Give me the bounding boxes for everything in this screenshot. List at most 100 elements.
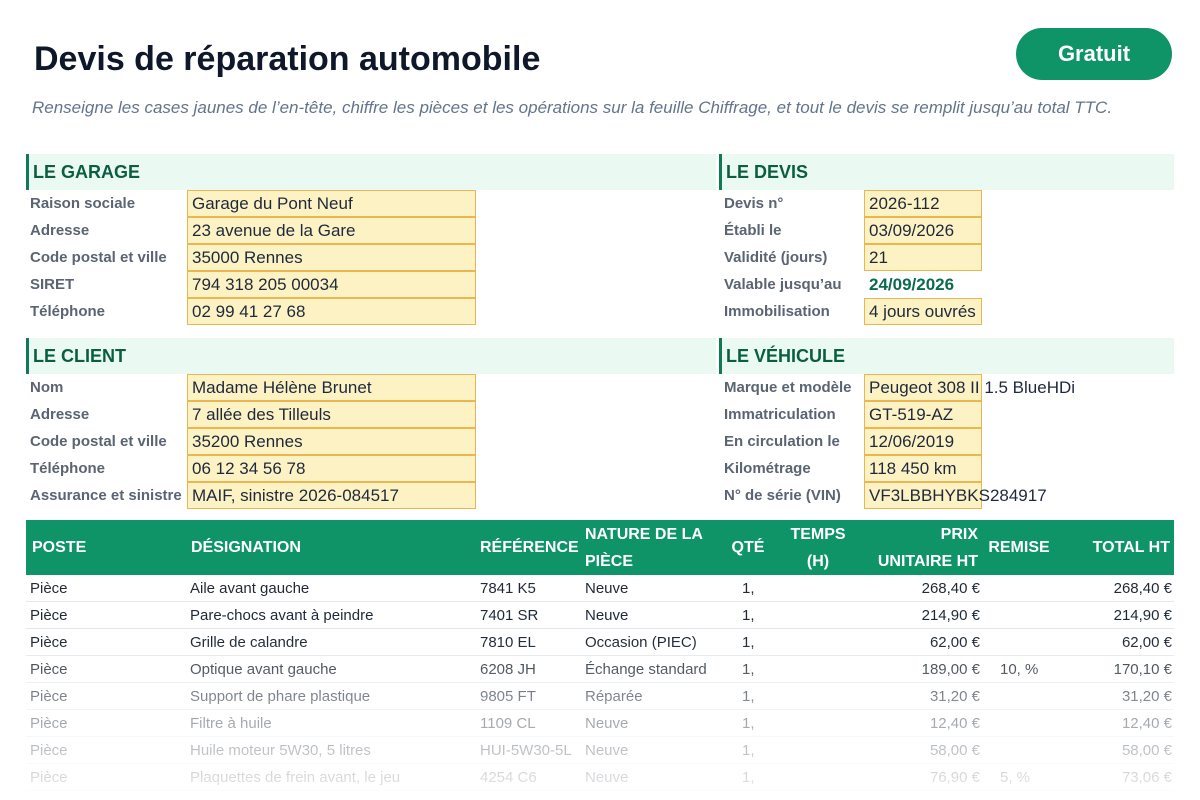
th-prix-line1: PRIX: [940, 526, 978, 543]
table-row[interactable]: Pièce Support de phare plastique 9805 FT…: [26, 683, 1174, 710]
cell-qte: 1,: [742, 580, 755, 597]
cell-designation: Optique avant gauche: [190, 661, 337, 678]
cell-qte: 1,: [742, 688, 755, 705]
garage-name-input[interactable]: Garage du Pont Neuf: [187, 190, 476, 217]
devis-immobilisation-input[interactable]: 4 jours ouvrés: [864, 298, 982, 325]
vehicule-label-mileage: Kilométrage: [724, 460, 811, 477]
devis-label-immobilisation: Immobilisation: [724, 303, 830, 320]
garage-city-input[interactable]: 35000 Rennes: [187, 244, 476, 271]
cell-reference: 1109 CL: [480, 715, 536, 732]
vehicule-circulation-input[interactable]: 12/06/2019: [864, 428, 982, 455]
section-garage-heading: LE GARAGE: [26, 154, 716, 190]
cell-total: 12,40 €: [1121, 715, 1172, 732]
vehicule-label-model: Marque et modèle: [724, 379, 852, 396]
client-label-insurance: Assurance et sinistre: [30, 487, 182, 504]
th-nature-line1: NATURE DE LA: [585, 526, 703, 543]
client-label-name: Nom: [30, 379, 64, 396]
cell-designation: Huile moteur 5W30, 5 litres: [190, 742, 371, 759]
cell-total: 73,06 €: [1121, 769, 1172, 786]
garage-label-siret: SIRET: [30, 276, 75, 293]
cell-total: 62,00 €: [1121, 634, 1172, 651]
cell-reference: 6208 JH: [480, 661, 536, 678]
garage-label-address: Adresse: [30, 222, 90, 239]
th-temps-line1: TEMPS: [790, 526, 846, 543]
vehicule-label-vin: N° de série (VIN): [724, 487, 841, 504]
table-header: POSTE DÉSIGNATION RÉFÉRENCE NATURE DE LA…: [26, 520, 1174, 575]
client-insurance-input[interactable]: MAIF, sinistre 2026-084517: [187, 482, 476, 509]
garage-phone-input[interactable]: 02 99 41 27 68: [187, 298, 476, 325]
cell-designation: Filtre à huile: [190, 715, 272, 732]
th-temps-line2: (H): [806, 553, 830, 570]
devis-valid-until-value: 24/09/2026: [869, 275, 955, 294]
client-label-phone: Téléphone: [30, 460, 106, 477]
cell-nature: Neuve: [585, 742, 629, 759]
cell-total: 31,20 €: [1121, 688, 1172, 705]
cell-prix: 214,90 €: [921, 607, 980, 624]
cell-nature: Réparée: [585, 688, 643, 705]
cell-reference: 9805 FT: [480, 688, 536, 705]
vehicule-model-input[interactable]: Peugeot 308 II 1.5 BlueHDi: [864, 374, 1075, 401]
devis-label-valid-until: Valable jusqu’au: [724, 276, 842, 293]
cell-poste: Pièce: [30, 715, 68, 732]
cell-reference: 7810 EL: [480, 634, 536, 651]
cell-prix: 58,00 €: [929, 742, 980, 759]
cell-total: 214,90 €: [1113, 607, 1172, 624]
vehicule-vin-input[interactable]: VF3LBBHYBKS284917: [864, 482, 1047, 509]
garage-label-phone: Téléphone: [30, 303, 106, 320]
table-row[interactable]: Pièce Aile avant gauche 7841 K5 Neuve 1,…: [26, 575, 1174, 602]
table-row[interactable]: Pièce Optique avant gauche 6208 JH Échan…: [26, 656, 1174, 683]
devis-label-number: Devis n°: [724, 195, 784, 212]
table-row[interactable]: Pièce Pare-chocs avant à peindre 7401 SR…: [26, 602, 1174, 629]
cell-poste: Pièce: [30, 580, 68, 597]
devis-number-input[interactable]: 2026-112: [864, 190, 982, 217]
cell-remise: 5, %: [1000, 769, 1031, 786]
table-row[interactable]: Pièce Grille de calandre 7810 EL Occasio…: [26, 629, 1174, 656]
table-row[interactable]: Pièce Filtre à huile 1109 CL Neuve 1, 12…: [26, 710, 1174, 737]
cell-prix: 189,00 €: [921, 661, 980, 678]
cell-reference: 4254 C6: [480, 769, 537, 786]
vehicule-label-circulation: En circulation le: [724, 433, 840, 450]
vehicule-mileage-input[interactable]: 118 450 km: [864, 455, 982, 482]
client-label-city: Code postal et ville: [30, 433, 167, 450]
garage-label-city: Code postal et ville: [30, 249, 167, 266]
th-poste: POSTE: [32, 539, 87, 556]
client-label-address: Adresse: [30, 406, 90, 423]
th-remise: REMISE: [988, 539, 1050, 556]
cell-nature: Neuve: [585, 715, 629, 732]
client-phone-input[interactable]: 06 12 34 56 78: [187, 455, 476, 482]
garage-address-input[interactable]: 23 avenue de la Gare: [187, 217, 476, 244]
section-client-heading: LE CLIENT: [26, 338, 716, 374]
client-name-input[interactable]: Madame Hélène Brunet: [187, 374, 476, 401]
cell-total: 170,10 €: [1113, 661, 1172, 678]
th-nature-line2: PIÈCE: [585, 553, 634, 570]
cell-qte: 1,: [742, 607, 755, 624]
client-address-input[interactable]: 7 allée des Tilleuls: [187, 401, 476, 428]
table-row[interactable]: Pièce Plaquettes de frein avant, le jeu …: [26, 764, 1174, 791]
cell-nature: Échange standard: [585, 661, 707, 678]
table-row[interactable]: Pièce Huile moteur 5W30, 5 litres HUI-5W…: [26, 737, 1174, 764]
cell-prix: 12,40 €: [929, 715, 980, 732]
cell-nature: Neuve: [585, 769, 629, 786]
garage-siret-input[interactable]: 794 318 205 00034: [187, 271, 476, 298]
instructions-text: Renseigne les cases jaunes de l’en-tête,…: [32, 98, 1113, 117]
cell-nature: Occasion (PIEC): [585, 634, 697, 651]
devis-validity-input[interactable]: 21: [864, 244, 982, 271]
cell-designation: Pare-chocs avant à peindre: [190, 607, 374, 624]
client-city-input[interactable]: 35200 Rennes: [187, 428, 476, 455]
th-prix-line2: UNITAIRE HT: [877, 553, 978, 570]
th-reference: RÉFÉRENCE: [480, 539, 579, 556]
free-badge[interactable]: Gratuit: [1016, 28, 1172, 80]
cell-nature: Neuve: [585, 580, 629, 597]
devis-date-input[interactable]: 03/09/2026: [864, 217, 982, 244]
cell-qte: 1,: [742, 715, 755, 732]
devis-label-date: Établi le: [724, 222, 782, 239]
cell-total: 268,40 €: [1113, 580, 1172, 597]
cell-reference: 7841 K5: [480, 580, 536, 597]
th-designation: DÉSIGNATION: [191, 539, 301, 556]
cell-prix: 31,20 €: [929, 688, 980, 705]
cell-prix: 76,90 €: [929, 769, 980, 786]
cell-total: 58,00 €: [1121, 742, 1172, 759]
cell-qte: 1,: [742, 769, 755, 786]
section-devis-heading: LE DEVIS: [719, 154, 1174, 190]
vehicule-plate-input[interactable]: GT-519-AZ: [864, 401, 982, 428]
